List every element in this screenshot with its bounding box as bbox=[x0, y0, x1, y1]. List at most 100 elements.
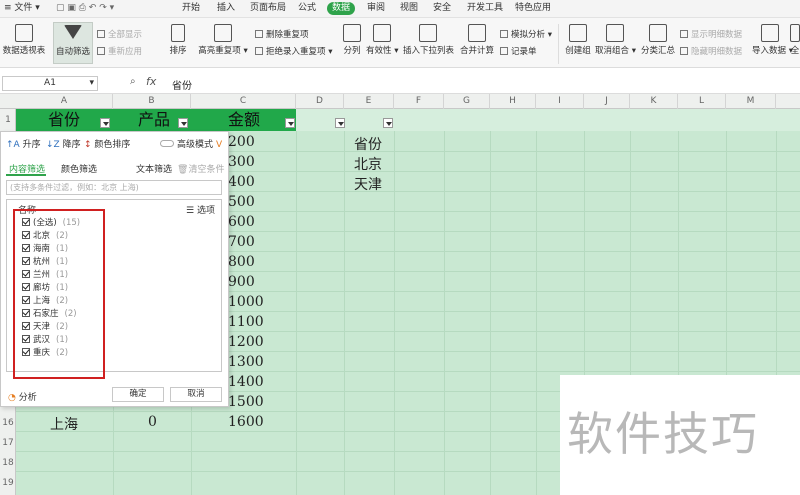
header-cell-province[interactable]: 省份 bbox=[48, 109, 80, 131]
color-sort-button[interactable]: ↕ 颜色排序 bbox=[84, 137, 130, 150]
show-all-button[interactable]: 全部显示 bbox=[97, 28, 142, 40]
record-form-icon bbox=[500, 47, 508, 55]
sort-asc-button[interactable]: ↑A 升序 bbox=[6, 137, 41, 150]
filter-dropdown-b[interactable] bbox=[178, 118, 188, 128]
file-menu[interactable]: ≡ 文件 ▾ bbox=[4, 2, 40, 15]
col-header-j[interactable]: J bbox=[584, 94, 630, 109]
cancel-button[interactable]: 取消 bbox=[170, 387, 222, 402]
reject-duplicates-button[interactable]: 拒绝录入重复项 ▾ bbox=[255, 45, 332, 57]
tab-color-filter[interactable]: 颜色筛选 bbox=[61, 162, 97, 175]
ok-button[interactable]: 确定 bbox=[112, 387, 164, 402]
insert-dropdown-button[interactable]: 插入下拉列表 bbox=[403, 24, 454, 56]
tab-formula[interactable]: 公式 bbox=[298, 2, 316, 15]
consolidate-button[interactable]: 合并计算 bbox=[458, 24, 496, 56]
amount-cell[interactable]: 400 bbox=[228, 174, 255, 190]
filter-search-input[interactable]: (支持多条件过滤，例如：北京 上海) bbox=[6, 180, 222, 195]
cell-a16[interactable]: 上海 bbox=[50, 414, 78, 434]
hide-detail-button[interactable]: 隐藏明细数据 bbox=[680, 45, 742, 57]
subtotal-button[interactable]: 分类汇总 bbox=[641, 24, 675, 56]
highlight-duplicates-button[interactable]: 高亮重复项 ▾ bbox=[198, 24, 248, 56]
clear-conditions-label: 清空条件 bbox=[188, 165, 225, 175]
row-header[interactable]: 16 bbox=[0, 418, 16, 428]
row-header[interactable]: 17 bbox=[0, 438, 16, 448]
more-button[interactable]: 全 bbox=[790, 24, 800, 56]
create-group-icon bbox=[569, 24, 587, 42]
import-data-button[interactable]: 导入数据 ▾ bbox=[752, 24, 793, 56]
tab-review[interactable]: 审阅 bbox=[367, 2, 385, 15]
clear-conditions-button[interactable]: 🗑清空条件 bbox=[177, 162, 224, 175]
col-header-l[interactable]: L bbox=[678, 94, 726, 109]
sort-desc-button[interactable]: ↓Z 降序 bbox=[46, 137, 81, 150]
record-form-button[interactable]: 记录单 bbox=[500, 45, 537, 57]
header-cell-product[interactable]: 产品 bbox=[138, 109, 170, 131]
amount-cell[interactable]: 1600 bbox=[228, 414, 264, 430]
col-header-c[interactable]: C bbox=[191, 94, 296, 109]
col-header-m[interactable]: M bbox=[726, 94, 776, 109]
ungroup-button[interactable]: 取消组合 ▾ bbox=[595, 24, 636, 56]
split-column-button[interactable]: 分列 bbox=[340, 24, 364, 56]
row-header[interactable]: 19 bbox=[0, 478, 16, 488]
filter-dropdown-c[interactable] bbox=[285, 118, 295, 128]
tab-view[interactable]: 视图 bbox=[400, 2, 418, 15]
amount-cell[interactable]: 1500 bbox=[228, 394, 264, 410]
col-header-d[interactable]: D bbox=[296, 94, 344, 109]
advanced-mode-toggle[interactable]: 高级模式 V bbox=[160, 137, 222, 150]
validity-button[interactable]: 有效性 ▾ bbox=[366, 24, 398, 56]
create-group-button[interactable]: 创建组 bbox=[563, 24, 593, 56]
amount-cell[interactable]: 500 bbox=[228, 194, 255, 210]
col-header-i[interactable]: I bbox=[536, 94, 584, 109]
tab-developer[interactable]: 开发工具 bbox=[467, 2, 503, 15]
criteria-cell[interactable]: 省份 bbox=[354, 134, 382, 154]
tab-page-layout[interactable]: 页面布局 bbox=[250, 2, 286, 15]
simulation-icon bbox=[500, 30, 508, 38]
amount-cell[interactable]: 1400 bbox=[228, 374, 264, 390]
formula-input[interactable]: 省份 bbox=[172, 77, 192, 92]
row-header[interactable]: 18 bbox=[0, 458, 16, 468]
ungroup-label: 取消组合 bbox=[595, 46, 630, 56]
col-header-h[interactable]: H bbox=[490, 94, 536, 109]
sort-button[interactable]: 排序 bbox=[164, 24, 192, 56]
criteria-cell[interactable]: 北京 bbox=[354, 154, 382, 174]
select-all-corner[interactable] bbox=[2, 96, 12, 106]
criteria-cell[interactable]: 天津 bbox=[354, 174, 382, 194]
delete-duplicates-button[interactable]: 删除重复项 bbox=[255, 28, 309, 40]
header-cell-amount[interactable]: 金额 bbox=[228, 109, 260, 131]
tab-home[interactable]: 开始 bbox=[182, 2, 200, 15]
analysis-button[interactable]: ◔ 分析 bbox=[8, 390, 37, 403]
zoom-icon[interactable]: ⌕ bbox=[130, 76, 136, 87]
tab-data[interactable]: 数据 bbox=[327, 2, 356, 15]
cell-b16[interactable]: 0 bbox=[148, 414, 157, 430]
row-header[interactable]: 1 bbox=[0, 115, 16, 125]
menu-icon: ≡ bbox=[4, 3, 15, 13]
simulation-button[interactable]: 模拟分析 ▾ bbox=[500, 28, 552, 40]
options-button[interactable]: ☰ 选项 bbox=[186, 203, 215, 216]
col-header-g[interactable]: G bbox=[444, 94, 490, 109]
tab-insert[interactable]: 插入 bbox=[217, 2, 235, 15]
chevron-down-icon: ▾ bbox=[89, 78, 94, 88]
amount-cell[interactable]: 300 bbox=[228, 154, 255, 170]
sort-desc-icon: ↓Z bbox=[46, 140, 63, 150]
hide-detail-label: 隐藏明细数据 bbox=[691, 47, 743, 57]
show-detail-button[interactable]: 显示明细数据 bbox=[680, 28, 742, 40]
sort-label: 排序 bbox=[169, 46, 187, 56]
filter-dropdown-a[interactable] bbox=[100, 118, 110, 128]
col-header-f[interactable]: F bbox=[394, 94, 444, 109]
options-label: 选项 bbox=[196, 206, 215, 216]
col-header-k[interactable]: K bbox=[630, 94, 678, 109]
text-filter-button[interactable]: 文本筛选 bbox=[136, 162, 172, 175]
col-header-a[interactable]: A bbox=[16, 94, 113, 109]
tab-security[interactable]: 安全 bbox=[433, 2, 451, 15]
fx-button[interactable]: fx bbox=[146, 75, 156, 88]
trash-icon: 🗑 bbox=[177, 165, 189, 175]
col-header-e[interactable]: E bbox=[344, 94, 394, 109]
amount-cell[interactable]: 200 bbox=[228, 134, 255, 150]
pivot-table-button[interactable]: 数据透视表 bbox=[2, 24, 46, 56]
col-header-b[interactable]: B bbox=[113, 94, 191, 109]
reapply-button[interactable]: 重新应用 bbox=[97, 45, 142, 57]
filter-dropdown-d[interactable] bbox=[335, 118, 345, 128]
autofilter-button[interactable]: 自动筛选 bbox=[53, 22, 93, 64]
tab-special[interactable]: 特色应用 bbox=[515, 2, 551, 15]
quick-access-icons[interactable]: ▢ ▣ ⎙ ↶ ↷ ▾ bbox=[56, 2, 114, 15]
name-box[interactable]: A1 ▾ bbox=[2, 76, 98, 91]
filter-dropdown-e[interactable] bbox=[383, 118, 393, 128]
